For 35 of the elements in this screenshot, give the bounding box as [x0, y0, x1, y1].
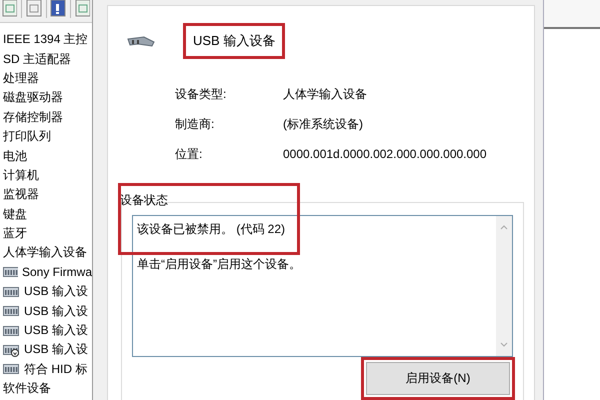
- property-value: 0000.001d.0000.002.000.000.000.000: [283, 146, 488, 162]
- tree-item[interactable]: 人体学输入设备: [3, 244, 87, 262]
- status-text: 单击“启用设备”启用这个设备。: [137, 256, 302, 273]
- tree-item[interactable]: 软件设备: [3, 380, 51, 398]
- tree-item[interactable]: SD 主适配器: [3, 50, 72, 68]
- window-icon[interactable]: [74, 0, 90, 18]
- tree-item[interactable]: USB 输入设: [24, 302, 88, 320]
- help-icon[interactable]: [50, 0, 66, 18]
- scroll-down-icon[interactable]: [500, 341, 508, 348]
- property-label: 位置:: [175, 146, 204, 162]
- status-text: 该设备已被禁用。 (代码 22): [137, 221, 286, 238]
- tree-item[interactable]: 键盘: [3, 206, 27, 223]
- tree-item[interactable]: USB 输入设: [24, 322, 88, 340]
- tree-item[interactable]: IEEE 1394 主控: [3, 31, 88, 48]
- tree-item[interactable]: 计算机: [3, 166, 39, 184]
- property-value: 人体学输入设备: [283, 86, 368, 102]
- tree-item[interactable]: USB 输入设: [24, 283, 88, 300]
- device-name: USB 输入设备: [186, 26, 282, 56]
- property-label: 设备类型:: [175, 86, 228, 102]
- tree-item[interactable]: 监视器: [3, 186, 39, 204]
- tree-item[interactable]: 符合 HID 标: [24, 360, 88, 378]
- tree-item[interactable]: 蓝牙: [3, 225, 27, 242]
- window-icon[interactable]: [2, 0, 18, 18]
- scroll-up-icon[interactable]: [500, 224, 508, 231]
- property-value: (标准系统设备): [283, 116, 364, 132]
- tree-item[interactable]: 打印队列: [3, 128, 51, 146]
- group-title: 设备状态: [120, 193, 168, 207]
- usb-plug-icon: [126, 34, 156, 48]
- tree-item[interactable]: 磁盘驱动器: [3, 89, 63, 106]
- tree-item[interactable]: 处理器: [3, 70, 39, 87]
- property-label: 制造商:: [175, 116, 216, 132]
- tree-item[interactable]: 电池: [3, 148, 27, 165]
- list-icon[interactable]: [26, 0, 42, 18]
- tree-item[interactable]: Sony Firmwa: [22, 265, 92, 280]
- tree-item[interactable]: 存储控制器: [3, 108, 63, 126]
